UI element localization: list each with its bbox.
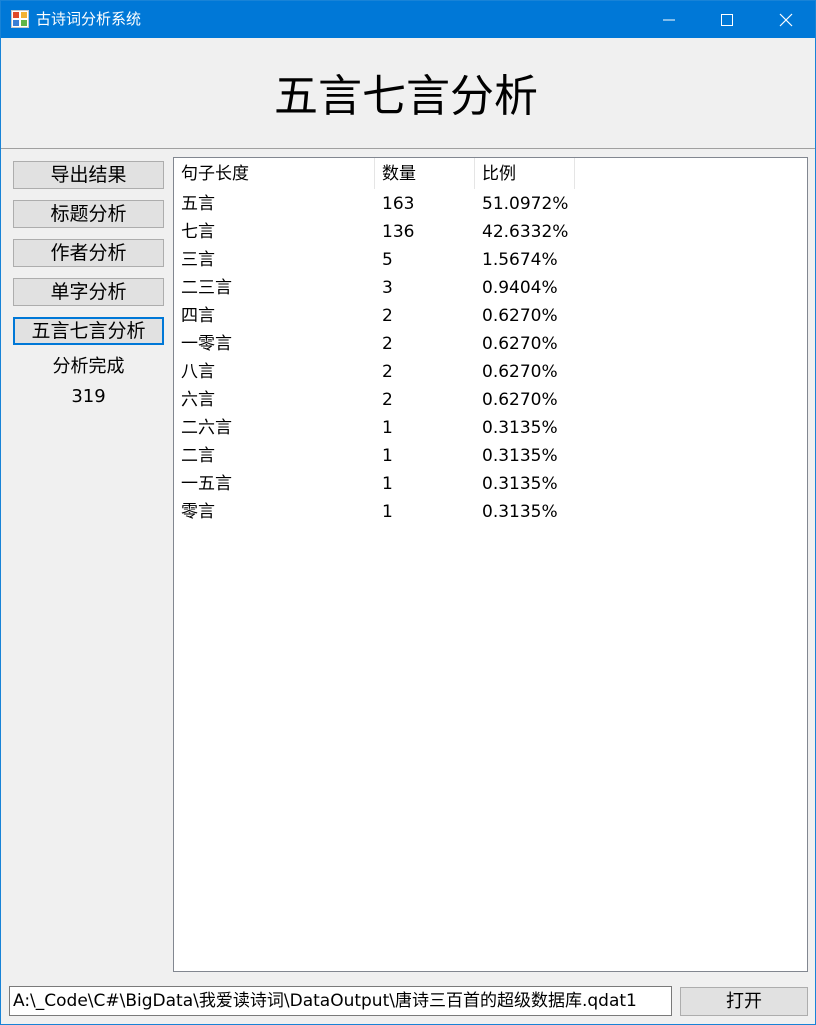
count-cell: 2 [382,306,393,326]
ratio-cell: 0.6270% [482,362,558,382]
window-title: 古诗词分析系统 [36,10,142,28]
count-cell: 163 [382,194,415,214]
table-row[interactable]: 八言 2 0.6270% [174,357,574,385]
count-cell: 5 [382,250,393,270]
ratio-cell: 0.3135% [482,502,558,522]
length-cell: 二言 [181,446,215,466]
ratio-cell: 0.6270% [482,390,558,410]
export-results-button[interactable]: 导出结果 [13,161,164,189]
count-cell: 136 [382,222,415,242]
table-row[interactable]: 一零言 2 0.6270% [174,329,574,357]
length-cell: 二三言 [181,278,232,298]
maximize-icon [721,14,733,26]
count-cell: 1 [382,418,393,438]
length-cell: 六言 [181,390,215,410]
ratio-cell: 0.6270% [482,306,558,326]
ratio-cell: 42.6332% [482,222,569,242]
table-row[interactable]: 二言 1 0.3135% [174,441,574,469]
ratio-cell: 0.3135% [482,446,558,466]
table-row[interactable]: 四言 2 0.6270% [174,301,574,329]
column-header-length[interactable]: 句子长度 [174,158,375,189]
length-cell: 二六言 [181,418,232,438]
length-cell: 四言 [181,306,215,326]
ratio-cell: 0.9404% [482,278,558,298]
app-window: 古诗词分析系统 五言七言分析 导出结果 标题分析 作者分析 单字分析 五言七言分… [0,0,816,1025]
ratio-cell: 1.5674% [482,250,558,270]
table-row[interactable]: 二六言 1 0.3135% [174,413,574,441]
table-row[interactable]: 一五言 1 0.3135% [174,469,574,497]
count-cell: 1 [382,446,393,466]
length-cell: 一五言 [181,474,232,494]
ratio-cell: 0.6270% [482,334,558,354]
count-cell: 2 [382,362,393,382]
minimize-button[interactable] [640,1,698,38]
length-cell: 五言 [181,194,215,214]
column-header-count[interactable]: 数量 [375,158,475,189]
total-count: 319 [71,386,106,407]
table-row[interactable]: 七言 136 42.6332% [174,217,574,245]
ratio-cell: 0.3135% [482,474,558,494]
verse-length-analysis-button[interactable]: 五言七言分析 [13,317,164,345]
title-analysis-button[interactable]: 标题分析 [13,200,164,228]
table-row[interactable]: 三言 5 1.5674% [174,245,574,273]
minimize-icon [663,19,675,21]
ratio-cell: 0.3135% [482,418,558,438]
length-cell: 零言 [181,502,215,522]
character-analysis-button[interactable]: 单字分析 [13,278,164,306]
title-bar[interactable]: 古诗词分析系统 [1,1,815,38]
file-path-input[interactable]: A:\_Code\C#\BigData\我爱读诗词\DataOutput\唐诗三… [9,986,672,1016]
open-button[interactable]: 打开 [680,987,808,1016]
page-title: 五言七言分析 [274,71,538,122]
close-icon [779,13,793,27]
maximize-button[interactable] [698,1,756,38]
table-row[interactable]: 零言 1 0.3135% [174,497,574,525]
results-table[interactable]: 句子长度 数量 比例 五言 163 51.0972% 七言 136 42.6332% 三言 5… [173,157,808,972]
count-cell: 2 [382,334,393,354]
status-label: 分析完成 [52,356,125,377]
table-row[interactable]: 二三言 3 0.9404% [174,273,574,301]
author-analysis-button[interactable]: 作者分析 [13,239,164,267]
length-cell: 三言 [181,250,215,270]
app-icon [11,10,29,28]
count-cell: 1 [382,502,393,522]
count-cell: 3 [382,278,393,298]
table-row[interactable]: 六言 2 0.6270% [174,385,574,413]
ratio-cell: 51.0972% [482,194,569,214]
length-cell: 七言 [181,222,215,242]
table-row[interactable]: 五言 163 51.0972% [174,189,574,217]
table-header: 句子长度 数量 比例 [174,158,575,189]
header-panel: 五言七言分析 [1,39,815,149]
column-header-ratio[interactable]: 比例 [475,158,575,189]
length-cell: 一零言 [181,334,232,354]
count-cell: 1 [382,474,393,494]
close-button[interactable] [757,1,815,38]
count-cell: 2 [382,390,393,410]
length-cell: 八言 [181,362,215,382]
